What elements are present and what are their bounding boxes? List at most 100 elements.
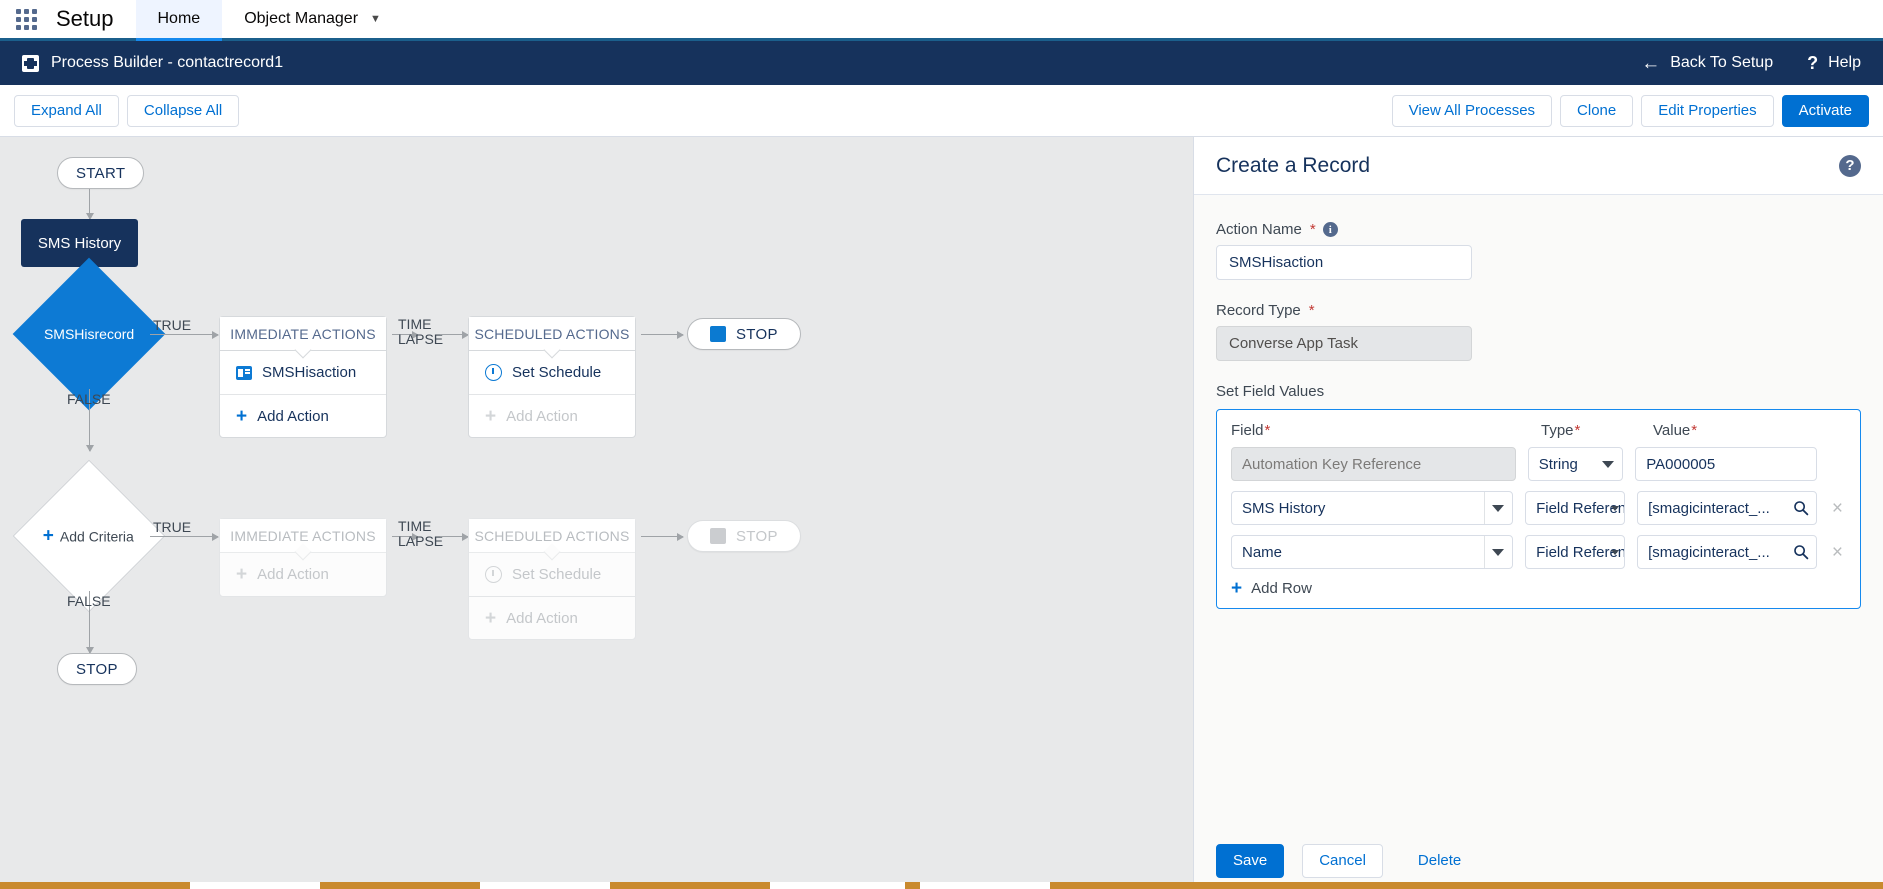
field-select[interactable]: SMS History [1231,491,1514,525]
browser-bottom-strip [0,882,1883,889]
stop-node-2[interactable]: STOP [687,520,801,552]
clock-icon [485,566,502,583]
arrow-left-icon: ← [1641,52,1661,74]
chevron-down-icon [1611,506,1620,511]
type-cell: Field Reference [1525,535,1626,569]
search-icon[interactable] [1793,500,1809,516]
immediate-add-action-1[interactable]: + Add Action [220,394,386,437]
search-icon[interactable] [1793,544,1809,560]
end-stop-node[interactable]: STOP [57,653,137,685]
record-type-label: Record Type [1216,302,1301,319]
time-lapse-line2-1: LAPSE [398,331,444,347]
remove-row-button[interactable]: × [1829,499,1846,518]
field-cell: SMS History [1231,491,1514,525]
field-value-row: SMS History Field Reference [smagicinter… [1231,491,1846,525]
connector-scheduled-to-stop-1 [641,330,684,339]
nav-tab-home[interactable]: Home [135,0,223,41]
process-builder-icon [22,54,39,72]
criteria-node-2[interactable]: + Add Criteria [12,459,166,613]
time-lapse-label-1: TIME LAPSE [398,317,443,347]
scheduled-add-action-label-2: Add Action [506,609,578,627]
connector-timelapse-to-scheduled-1 [440,330,469,339]
type-select[interactable]: Field Reference [1525,491,1626,525]
scheduled-actions-card-1[interactable]: SCHEDULED ACTIONS Set Schedule + Add Act… [468,316,636,438]
column-header-field-label: Field [1231,422,1264,439]
help-icon[interactable]: ? [1839,154,1861,177]
plus-icon: + [43,525,55,547]
process-builder-header: Process Builder - contactrecord1 ← Back … [0,41,1883,85]
remove-row-button[interactable]: × [1829,543,1846,562]
add-row-button[interactable]: + Add Row [1231,579,1846,598]
connector-criteria-1-true [150,330,219,339]
value-input[interactable]: [smagicinteract_... [1637,491,1817,525]
field-select[interactable]: Name [1231,535,1514,569]
time-lapse-line1-2: TIME [398,518,432,534]
plus-icon: + [236,564,248,585]
criteria-2-false-label: FALSE [67,593,111,609]
strip-segment [920,882,1050,889]
action-name-input[interactable] [1216,245,1472,280]
object-node[interactable]: SMS History [21,219,138,267]
connector-criteria-2-true [150,532,219,541]
cancel-button[interactable]: Cancel [1302,844,1383,878]
back-to-setup-link[interactable]: ← Back To Setup [1641,54,1773,73]
action-name-label: Action Name [1216,221,1302,238]
back-to-setup-label: Back To Setup [1670,54,1774,71]
immediate-actions-card-2[interactable]: IMMEDIATE ACTIONS + Add Action [219,518,387,597]
column-header-value: Value* [1653,422,1846,447]
connector-start-to-object [85,189,94,220]
value-input[interactable]: [smagicinteract_... [1637,535,1817,569]
scheduled-add-action-1[interactable]: + Add Action [469,394,635,437]
stop-node-1[interactable]: STOP [687,318,801,350]
field-input-readonly: Automation Key Reference [1231,447,1516,481]
view-all-processes-button[interactable]: View All Processes [1391,94,1553,127]
info-icon[interactable]: i [1322,222,1338,237]
stop-square-icon [710,326,726,342]
page-title: Process Builder - contactrecord1 [51,54,284,71]
start-pill: START [57,157,145,189]
expand-all-button[interactable]: Expand All [14,94,119,127]
immediate-actions-header-1: IMMEDIATE ACTIONS [220,317,386,351]
criteria-node-1[interactable]: SMSHisrecord [12,257,166,411]
time-lapse-line2-2: LAPSE [398,533,444,549]
time-lapse-label-2: TIME LAPSE [398,519,443,549]
add-row-label: Add Row [1251,580,1312,597]
process-toolbar: Expand All Collapse All View All Process… [0,85,1883,137]
chevron-down-icon [1492,549,1505,556]
app-launcher-button[interactable] [0,0,52,38]
object-node-label: SMS History [21,219,138,267]
add-criteria-content-2: + Add Criteria [43,525,134,547]
stop-pill-1: STOP [687,318,801,350]
value-input[interactable]: PA000005 [1635,447,1817,481]
edit-properties-button[interactable]: Edit Properties [1641,94,1774,127]
immediate-actions-card-1[interactable]: IMMEDIATE ACTIONS SMSHisaction + Add Act… [219,316,387,438]
required-asterisk: * [1308,302,1315,319]
scheduled-actions-header-1: SCHEDULED ACTIONS [469,317,635,351]
main-content: START SMS History SMSHisrecord TRUE FALS… [0,137,1883,889]
scheduled-actions-card-2[interactable]: SCHEDULED ACTIONS Set Schedule + Add Act… [468,518,636,640]
criteria-1-true-label: TRUE [153,317,192,333]
process-canvas[interactable]: START SMS History SMSHisrecord TRUE FALS… [0,137,1193,889]
nav-tab-object-manager[interactable]: Object Manager ▼ [222,0,403,41]
clone-button[interactable]: Clone [1560,94,1634,127]
activate-button[interactable]: Activate [1781,94,1869,127]
chevron-down-icon: ▼ [370,13,381,25]
required-asterisk: * [1691,422,1698,439]
strip-segment [480,882,610,889]
nav-tab-home-label: Home [157,10,201,27]
record-type-input [1216,326,1472,361]
delete-button[interactable]: Delete [1401,844,1478,878]
collapse-all-button[interactable]: Collapse All [126,94,240,127]
start-node[interactable]: START [57,157,145,189]
value-cell: [smagicinteract_... [1637,491,1817,525]
value-cell: PA000005 [1635,447,1817,481]
save-button[interactable]: Save [1216,844,1285,878]
record-type-label-row: Record Type * [1216,302,1861,319]
criteria-1-label: SMSHisrecord [43,326,135,342]
app-launcher-icon [15,8,37,30]
type-select[interactable]: Field Reference [1525,535,1626,569]
help-link[interactable]: ? Help [1807,53,1861,74]
scheduled-add-action-2[interactable]: + Add Action [469,596,635,639]
scheduled-actions-header-2: SCHEDULED ACTIONS [469,519,635,553]
field-value-row: Automation Key Reference String PA000005 [1231,447,1846,481]
